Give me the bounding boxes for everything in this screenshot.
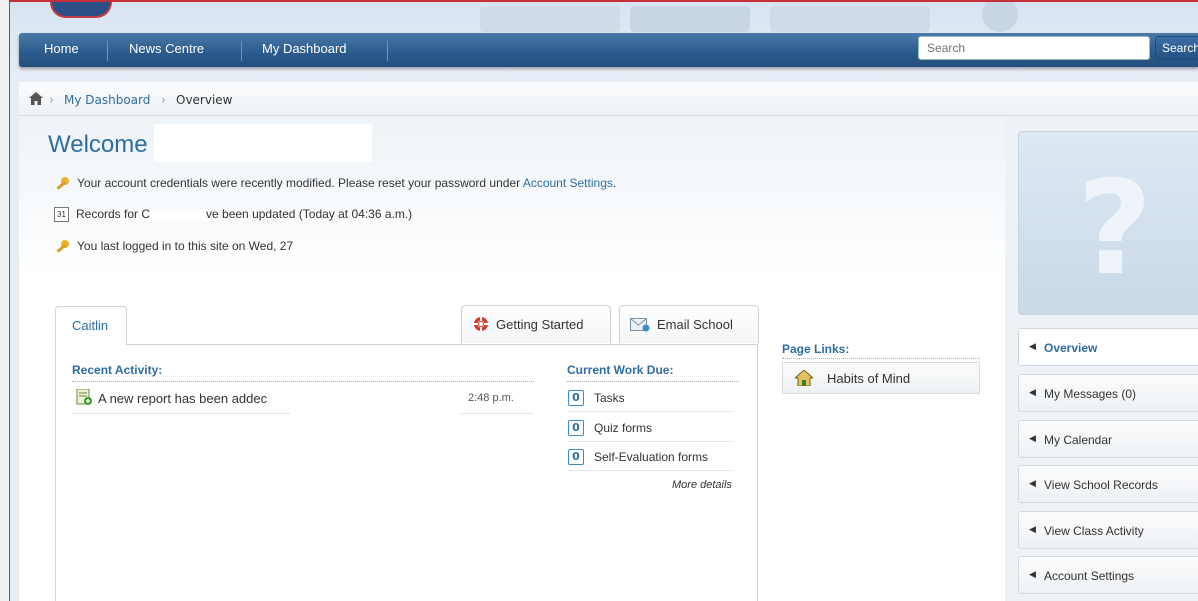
key-icon — [56, 177, 69, 190]
search-button[interactable]: Search — [1155, 36, 1198, 60]
sidebar-item-view-class-activity[interactable]: ◀ View Class Activity — [1018, 511, 1198, 549]
tasks-link[interactable]: Tasks — [594, 391, 625, 405]
main-content: Welcome Your account credentials were re… — [19, 116, 1006, 601]
last-login-message: You last logged in to this site on Wed, … — [54, 239, 293, 255]
envelope-icon — [630, 318, 650, 332]
credentials-message: Your account credentials were recently m… — [54, 176, 616, 192]
recent-activity-heading: Recent Activity: — [72, 363, 163, 377]
sidebar-item-label: My Calendar — [1044, 433, 1113, 447]
key-icon — [56, 240, 69, 253]
sidebar-item-view-school-records[interactable]: ◀ View School Records — [1018, 465, 1198, 503]
quiz-count-badge: 0 — [568, 420, 584, 436]
more-details-link[interactable]: More details — [672, 479, 732, 491]
tasks-count-badge: 0 — [568, 390, 584, 406]
self-eval-count-badge: 0 — [568, 449, 584, 465]
redacted-name — [154, 124, 372, 162]
caret-left-icon: ◀ — [1029, 524, 1036, 534]
records-text-suffix: ve been updated (Today at 04:36 a.m.) — [206, 207, 413, 221]
sidebar-item-my-messages[interactable]: ◀ My Messages (0) — [1018, 374, 1198, 412]
caret-left-icon: ◀ — [1029, 569, 1036, 579]
caret-left-icon: ◀ — [1029, 478, 1036, 488]
activity-item-text[interactable]: A new report has been addec — [98, 391, 267, 406]
account-settings-link[interactable]: Account Settings — [523, 176, 613, 190]
tab-email-school-label: Email School — [657, 317, 733, 332]
report-icon — [76, 389, 92, 405]
divider — [567, 441, 733, 442]
divider — [460, 413, 534, 414]
caret-left-icon: ◀ — [1029, 341, 1036, 351]
nav-my-dashboard[interactable]: My Dashboard — [262, 41, 347, 59]
breadcrumb: › My Dashboard › Overview — [19, 82, 1198, 116]
school-logo[interactable] — [50, 2, 112, 18]
breadcrumb-separator-icon: › — [161, 93, 166, 107]
calendar-icon-day: 31 — [57, 210, 66, 220]
tab-student-label: Caitlin — [72, 318, 109, 333]
breadcrumb-separator-icon: › — [49, 93, 54, 107]
divider — [567, 411, 733, 412]
page-links-heading: Page Links: — [782, 342, 850, 356]
nav-separator — [241, 41, 242, 61]
tab-student[interactable]: Caitlin — [55, 306, 127, 345]
sidebar-item-account-settings[interactable]: ◀ Account Settings — [1018, 556, 1198, 594]
self-evaluation-forms-link[interactable]: Self-Evaluation forms — [594, 450, 708, 464]
credentials-text: Your account credentials were recently m… — [77, 176, 521, 191]
credentials-period: . — [612, 176, 617, 191]
sidebar-item-label: Account Settings — [1044, 569, 1135, 583]
quiz-forms-link[interactable]: Quiz forms — [594, 421, 652, 435]
window-left-edge — [0, 0, 10, 601]
nav-separator — [387, 41, 388, 61]
page-title: Welcome — [48, 131, 148, 158]
sidebar-item-label: View School Records — [1044, 478, 1158, 492]
sidebar-item-overview[interactable]: ◀ Overview — [1018, 328, 1198, 366]
right-sidebar: ? ◀ Overview ◀ My Messages (0) ◀ My Cale… — [1005, 116, 1198, 601]
home-icon[interactable] — [29, 92, 43, 105]
student-panel: Recent Activity: A new report has been a… — [55, 344, 758, 601]
redacted-student-name — [150, 208, 207, 221]
sidebar-item-label: My Messages (0) — [1044, 387, 1137, 401]
divider — [567, 381, 739, 382]
divider — [567, 470, 733, 471]
last-login-text: You last logged in to this site on Wed, … — [77, 239, 294, 254]
lifebuoy-icon — [473, 316, 489, 332]
divider — [72, 413, 290, 414]
breadcrumb-current: Overview — [176, 93, 233, 107]
caret-left-icon: ◀ — [1029, 387, 1036, 397]
activity-item-time: 2:48 p.m. — [468, 392, 514, 404]
sidebar-item-label: Overview — [1044, 341, 1098, 355]
nav-news-centre[interactable]: News Centre — [129, 41, 204, 59]
records-text-prefix: Records for C — [76, 207, 151, 221]
house-icon — [795, 370, 813, 386]
caret-left-icon: ◀ — [1029, 433, 1036, 443]
sidebar-item-my-calendar[interactable]: ◀ My Calendar — [1018, 420, 1198, 458]
records-message: 31 Records for C ve been updated (Today at… — [54, 207, 413, 223]
divider — [72, 381, 534, 382]
calendar-icon: 31 — [54, 207, 69, 223]
nav-separator — [107, 41, 108, 61]
breadcrumb-my-dashboard[interactable]: My Dashboard — [64, 93, 150, 107]
divider — [782, 358, 980, 359]
search-input[interactable] — [918, 36, 1150, 60]
tab-getting-started-label: Getting Started — [496, 317, 584, 332]
page-link-label: Habits of Mind — [827, 371, 911, 386]
tab-email-school[interactable]: Email School — [619, 305, 759, 343]
tab-getting-started[interactable]: Getting Started — [461, 305, 611, 343]
nav-home[interactable]: Home — [44, 41, 79, 59]
sidebar-item-label: View Class Activity — [1044, 524, 1144, 538]
work-due-heading: Current Work Due: — [567, 363, 674, 377]
page-link-habits-of-mind[interactable]: Habits of Mind — [782, 362, 980, 394]
avatar-placeholder-glyph: ? — [1077, 152, 1153, 304]
avatar[interactable]: ? — [1018, 131, 1198, 315]
